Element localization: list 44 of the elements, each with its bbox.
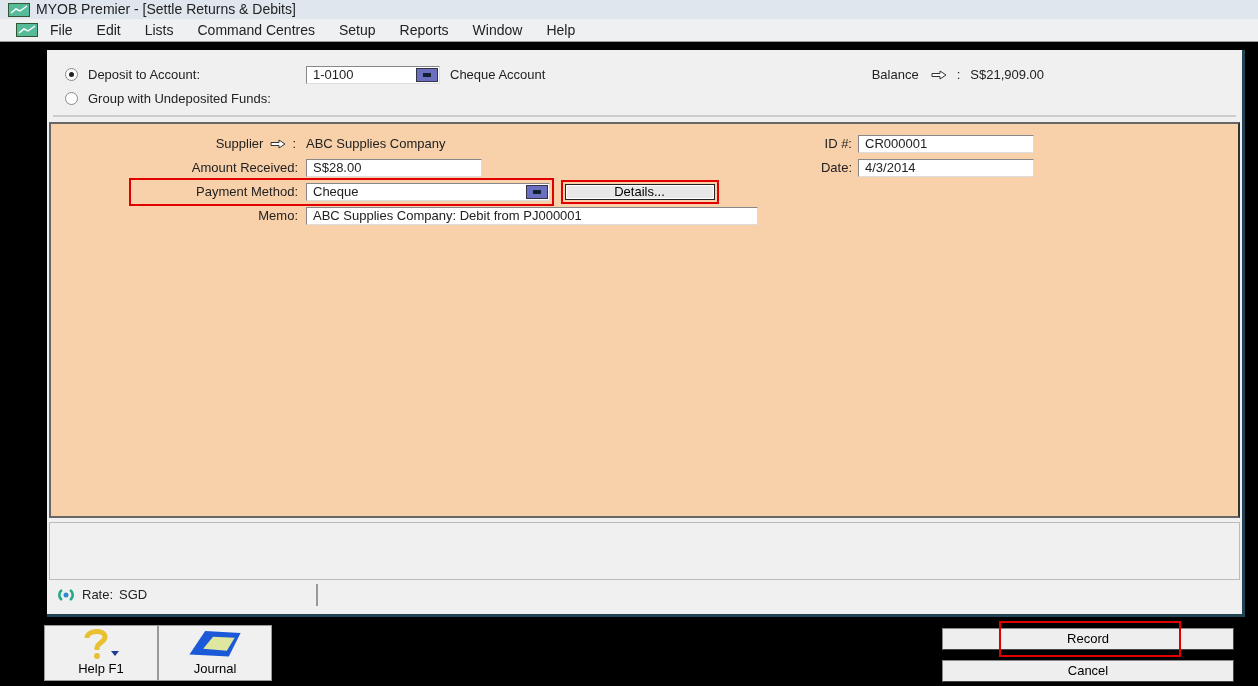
window-title: MYOB Premier - [Settle Returns & Debits] — [36, 0, 296, 19]
option-label[interactable]: Group with Undeposited Funds: — [88, 88, 271, 108]
field-label: ID #: — [823, 135, 853, 154]
menu-item[interactable]: Setup — [327, 19, 388, 41]
arrow-icon — [930, 69, 947, 80]
menu-item[interactable]: Edit — [84, 19, 133, 41]
app-icon — [8, 2, 30, 17]
radio-button[interactable] — [65, 91, 78, 105]
separator: : — [292, 135, 296, 154]
balance-value: S$21,909.00 — [970, 66, 1044, 84]
action-button[interactable]: Cancel — [942, 660, 1234, 682]
menu-item[interactable]: Lists — [132, 19, 186, 41]
amount-field[interactable]: S$28.00 — [306, 159, 482, 177]
menu-item[interactable]: Help — [534, 19, 588, 41]
app-icon[interactable] — [16, 23, 38, 37]
id-field[interactable]: CR000001 — [858, 135, 1034, 153]
currency-icon — [56, 588, 76, 602]
payment-method-dropdown[interactable]: Cheque — [306, 183, 550, 201]
menu-item[interactable]: Reports — [387, 19, 461, 41]
separator: : — [956, 66, 961, 84]
menu-item[interactable]: Window — [460, 19, 535, 41]
supplier-label: Supplier — [215, 135, 264, 154]
menu-item[interactable]: Command Centres — [185, 19, 327, 41]
field-label: Memo: — [257, 207, 299, 226]
supplier-name: ABC Supplies Company — [306, 135, 446, 154]
field-label: Date: — [819, 159, 853, 178]
radio-button[interactable] — [65, 68, 78, 82]
dropdown-icon — [526, 185, 548, 199]
arrow-icon — [269, 139, 286, 149]
balance-label: Balance — [871, 66, 919, 84]
memo-field[interactable]: ABC Supplies Company: Debit from PJ000001 — [306, 207, 758, 225]
id-field[interactable]: 4/3/2014 — [858, 159, 1034, 177]
field-label: Payment Method: — [195, 183, 299, 202]
rate-value: SGD — [119, 586, 148, 605]
field-label: Amount Received: — [190, 159, 299, 178]
account-name: Cheque Account — [450, 66, 546, 84]
action-button[interactable]: Record — [942, 628, 1234, 650]
help-button[interactable]: Help F1 — [44, 625, 158, 681]
journal-button[interactable]: Journal — [158, 625, 272, 681]
option-label[interactable]: Deposit to Account: — [88, 65, 296, 85]
rate-label: Rate: — [82, 586, 114, 605]
account-field[interactable]: 1-0100 — [306, 65, 440, 84]
menu-item[interactable]: File — [38, 19, 85, 41]
dropdown-icon — [416, 67, 438, 82]
